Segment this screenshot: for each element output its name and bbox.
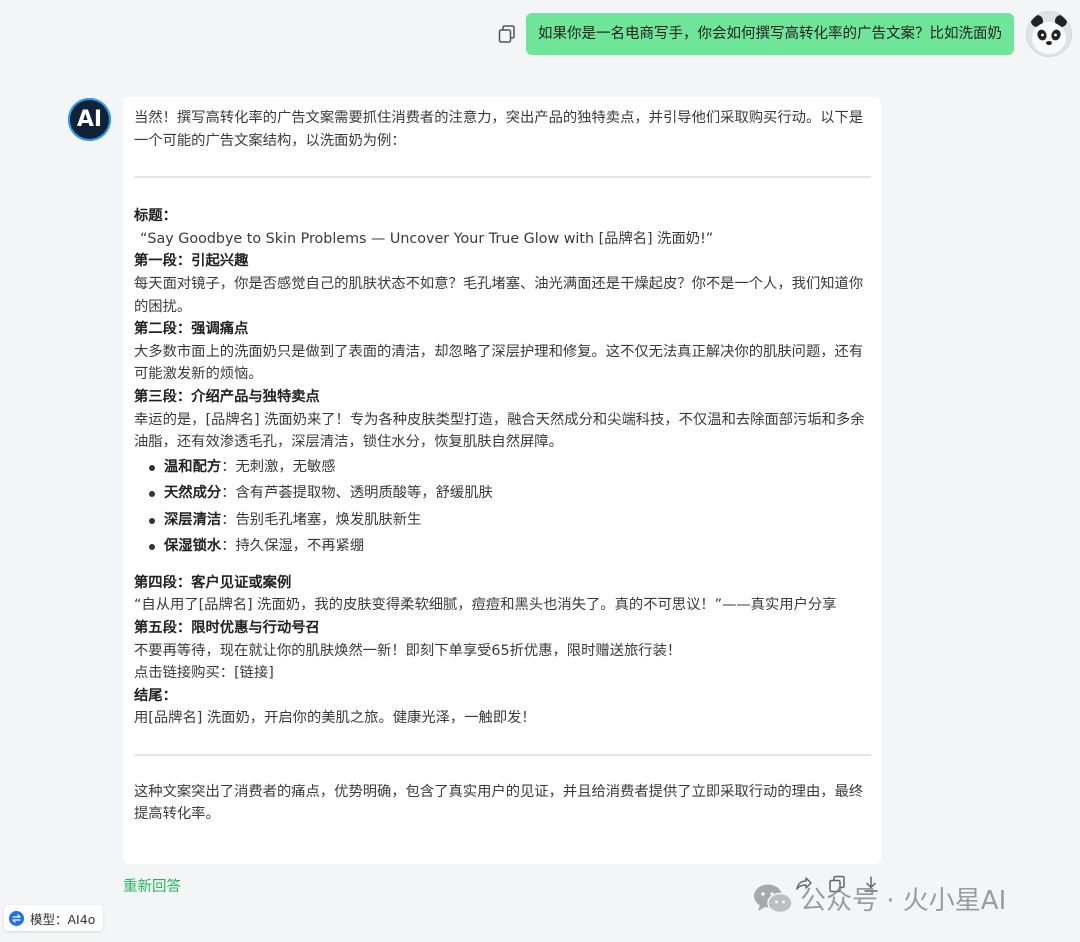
ending-text: 用[品牌名] 洗面奶，开启你的美肌之旅。健康光泽，一触即发！ [134, 710, 536, 727]
section3-text: 幸运的是，[品牌名] 洗面奶来了！专为各种皮肤类型打造，融合天然成分和尖端科技，… [134, 411, 865, 451]
regenerate-button[interactable]: 重新回答 [123, 875, 181, 896]
list-item: 保湿锁水：持久保湿，不再紧绷 [149, 533, 871, 560]
feature-name: 天然成分 [164, 485, 222, 502]
list-item: 天然成分：含有芦荟提取物、透明质酸等，舒缓肌肤 [149, 480, 871, 507]
section5-text: 不要再等待，现在就让你的肌肤焕然一新！即刻下单享受65折优惠，限时赠送旅行装！ [134, 642, 682, 659]
title-text: “Say Goodbye to Skin Problems — Uncover … [140, 230, 714, 247]
title-heading: 标题： [134, 208, 177, 225]
feature-desc: ：告别毛孔堵塞，焕发肌肤新生 [221, 511, 422, 528]
section4-heading: 第四段：客户见证或案例 [134, 574, 292, 591]
watermark-text: 公众号 · 火小星AI [800, 886, 1007, 916]
answer-intro: 当然！撰写高转化率的广告文案需要抓住消费者的注意力，突出产品的独特卖点，并引导他… [134, 110, 864, 149]
feature-name: 深层清洁 [164, 511, 222, 528]
section4-text: “自从用了[品牌名] 洗面奶，我的皮肤变得柔软细腻，痘痘和黑头也消失了。真的不可… [134, 597, 837, 614]
user-message-bubble: 如果你是一名电商写手，你会如何撰写高转化率的广告文案？比如洗面奶 [526, 13, 1014, 55]
panda-avatar [1026, 11, 1072, 57]
copy-icon[interactable] [496, 23, 518, 45]
list-item: 深层清洁：告别毛孔堵塞，焕发肌肤新生 [149, 507, 871, 534]
list-item: 温和配方：无刺激，无敏感 [149, 454, 871, 481]
section1-heading: 第一段：引起兴趣 [134, 253, 249, 270]
model-label: 模型：AI4o [30, 911, 96, 927]
ending-heading: 结尾： [134, 687, 177, 704]
feature-desc: ：无刺激，无敏感 [221, 458, 336, 475]
section5-heading: 第五段：限时优惠与行动号召 [134, 619, 320, 636]
feature-name: 保湿锁水 [164, 538, 222, 555]
section5-link-text: 点击链接购买：[链接] [134, 665, 274, 682]
feature-name: 温和配方 [164, 458, 222, 475]
section1-text: 每天面对镜子，你是否感觉自己的肌肤状态不如意？毛孔堵塞、油光满面还是干燥起皮？你… [134, 275, 864, 315]
divider-bottom [134, 753, 871, 756]
section3-heading: 第三段：介绍产品与独特卖点 [134, 388, 320, 405]
feature-desc: ：持久保湿，不再紧绷 [221, 538, 365, 555]
ai-answer-card: 当然！撰写高转化率的广告文案需要抓住消费者的注意力，突出产品的独特卖点，并引导他… [123, 97, 881, 864]
model-badge[interactable]: 模型：AI4o [4, 905, 104, 931]
feature-desc: ：含有芦荟提取物、透明质酸等，舒缓肌肤 [221, 485, 493, 502]
answer-summary: 这种文案突出了消费者的痛点，优势明确，包含了真实用户的见证，并且给消费者提供了立… [134, 783, 864, 823]
user-message-row: 如果你是一名电商写手，你会如何撰写高转化率的广告文案？比如洗面奶 [496, 11, 1072, 57]
wechat-icon [754, 884, 793, 913]
swap-icon [9, 910, 24, 926]
watermark: 公众号 · 火小星AI [752, 880, 1006, 917]
section2-heading: 第二段：强调痛点 [134, 321, 249, 338]
divider-top [134, 176, 871, 179]
feature-list: 温和配方：无刺激，无敏感 天然成分：含有芦荟提取物、透明质酸等，舒缓肌肤 深层清… [134, 454, 871, 560]
ai-avatar: AI [68, 98, 111, 141]
section2-text: 大多数市面上的洗面奶只是做到了表面的清洁，却忽略了深层护理和修复。这不仅无法真正… [134, 343, 864, 383]
